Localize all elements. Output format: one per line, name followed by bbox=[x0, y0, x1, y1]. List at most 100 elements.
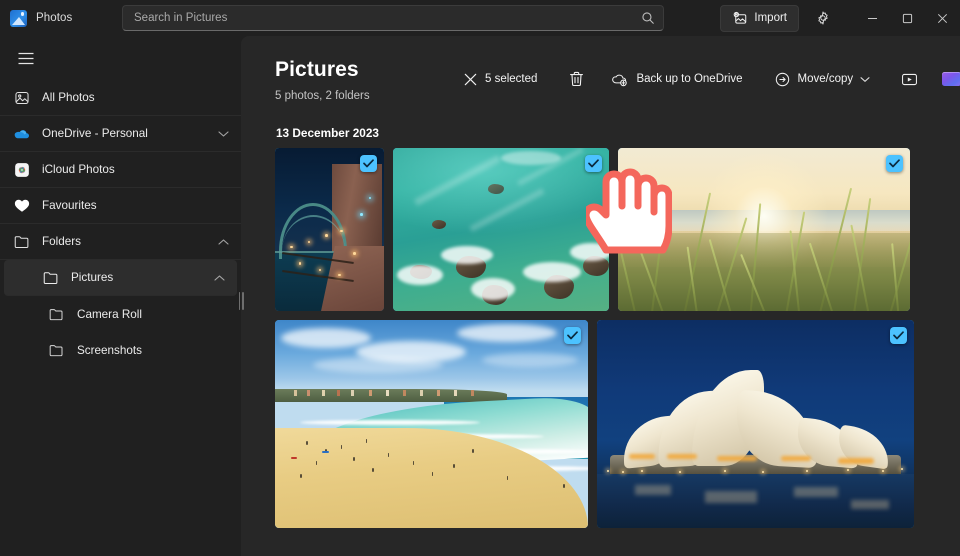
title-bar: Photos Import bbox=[0, 0, 960, 36]
icloud-photos-icon bbox=[13, 161, 30, 178]
photo-checkbox[interactable] bbox=[360, 155, 377, 172]
chevron-down-icon[interactable] bbox=[218, 130, 229, 138]
photo-checkbox[interactable] bbox=[890, 327, 907, 344]
photo-artwork bbox=[618, 148, 910, 311]
title-block: Pictures 5 photos, 2 folders bbox=[275, 58, 455, 102]
houses-strip bbox=[281, 389, 494, 397]
photo-checkbox[interactable] bbox=[585, 155, 602, 172]
command-bar: 5 selected Back up to OneDrive Move/copy bbox=[455, 64, 960, 94]
delete-button[interactable] bbox=[560, 64, 592, 94]
photo-grid-row bbox=[275, 148, 926, 311]
close-icon bbox=[937, 13, 948, 23]
checkmark-icon bbox=[567, 331, 578, 340]
sidebar-item-all-photos[interactable]: All Photos bbox=[0, 80, 241, 116]
photo-thumbnail bbox=[393, 148, 609, 311]
folder-icon bbox=[42, 269, 59, 286]
app-body: All Photos OneDrive - Personal iCloud Ph… bbox=[0, 36, 960, 556]
chevron-down-icon[interactable] bbox=[860, 76, 870, 83]
chevron-up-icon[interactable] bbox=[218, 238, 229, 246]
designer-button[interactable] bbox=[935, 64, 960, 94]
sidebar-item-folders[interactable]: Folders bbox=[0, 224, 241, 260]
page-subtitle: 5 photos, 2 folders bbox=[275, 90, 370, 102]
sidebar-resize-handle[interactable] bbox=[236, 288, 246, 314]
onedrive-backup-icon bbox=[612, 74, 628, 86]
checkmark-icon bbox=[889, 159, 900, 168]
photo-artwork bbox=[275, 320, 588, 528]
photo-thumbnail bbox=[275, 320, 588, 528]
folder-icon bbox=[48, 342, 65, 359]
sidebar-item-label: iCloud Photos bbox=[42, 163, 115, 176]
import-button-label: Import bbox=[754, 12, 787, 24]
sidebar-item-label: Favourites bbox=[42, 199, 97, 212]
sidebar-item-label: Folders bbox=[42, 235, 81, 248]
photo-thumbnail bbox=[618, 148, 910, 311]
import-button[interactable]: Import bbox=[720, 4, 799, 32]
designer-gradient-icon bbox=[941, 72, 960, 86]
photo-grid-row bbox=[275, 320, 926, 528]
minimize-icon bbox=[868, 17, 877, 19]
navigation-sidebar: All Photos OneDrive - Personal iCloud Ph… bbox=[0, 36, 244, 556]
photo-checkbox[interactable] bbox=[886, 155, 903, 172]
photo-artwork bbox=[597, 320, 914, 528]
search-input[interactable] bbox=[134, 12, 641, 24]
sidebar-item-label: Pictures bbox=[71, 271, 114, 284]
move-copy-button[interactable]: Move/copy bbox=[766, 64, 880, 94]
content-inner: Pictures 5 photos, 2 folders 5 selected bbox=[241, 36, 960, 528]
checkmark-icon bbox=[363, 159, 374, 168]
gear-icon bbox=[818, 11, 828, 25]
photo-thumbnail bbox=[275, 148, 384, 311]
sidebar-item-label: Camera Roll bbox=[77, 307, 142, 321]
photo-sydney-opera-house[interactable] bbox=[597, 320, 914, 528]
close-button[interactable] bbox=[925, 0, 960, 36]
backup-onedrive-label: Back up to OneDrive bbox=[636, 73, 743, 85]
search-container bbox=[122, 5, 664, 31]
sidebar-item-pictures[interactable]: Pictures bbox=[4, 260, 237, 296]
close-x-icon bbox=[464, 73, 477, 85]
create-video-button[interactable] bbox=[893, 64, 925, 94]
move-copy-label: Move/copy bbox=[797, 73, 854, 85]
hamburger-glyph bbox=[18, 52, 34, 64]
sidebar-item-label: OneDrive - Personal bbox=[42, 127, 148, 140]
minimize-button[interactable] bbox=[855, 0, 890, 36]
settings-button[interactable] bbox=[808, 4, 838, 32]
chevron-up-icon[interactable] bbox=[214, 274, 225, 282]
checkmark-icon bbox=[893, 331, 904, 340]
folder-icon bbox=[13, 233, 30, 250]
maximize-icon bbox=[902, 13, 913, 23]
selected-count-label: 5 selected bbox=[485, 73, 538, 85]
backup-onedrive-button[interactable]: Back up to OneDrive bbox=[602, 64, 751, 94]
checkmark-icon bbox=[588, 159, 599, 168]
page-title: Pictures bbox=[275, 58, 359, 81]
date-group-header: 13 December 2023 bbox=[276, 126, 379, 140]
sidebar-item-label: All Photos bbox=[42, 91, 95, 104]
titlebar-actions: Import bbox=[720, 0, 960, 36]
trash-icon bbox=[569, 71, 583, 87]
sidebar-item-onedrive-personal[interactable]: OneDrive - Personal bbox=[0, 116, 241, 152]
hamburger-menu-icon[interactable] bbox=[6, 40, 46, 76]
search-box[interactable] bbox=[122, 5, 664, 31]
photo-harbour-bridge-night[interactable] bbox=[275, 148, 384, 311]
photo-artwork bbox=[275, 148, 384, 311]
app-identity: Photos bbox=[0, 9, 112, 27]
sidebar-selected-wrapper: Pictures bbox=[0, 260, 241, 296]
photo-checkbox[interactable] bbox=[564, 327, 581, 344]
photo-thumbnail bbox=[597, 320, 914, 528]
video-editor-icon bbox=[901, 73, 917, 85]
arrow-right-circle-icon bbox=[775, 72, 789, 86]
sidebar-item-screenshots[interactable]: Screenshots bbox=[0, 332, 241, 368]
clear-selection-button[interactable]: 5 selected bbox=[455, 64, 546, 94]
sidebar-item-icloud-photos[interactable]: iCloud Photos bbox=[0, 152, 241, 188]
content-pane: Pictures 5 photos, 2 folders 5 selected bbox=[241, 36, 960, 556]
photo-bondi-beach[interactable] bbox=[275, 320, 588, 528]
search-icon[interactable] bbox=[641, 11, 655, 25]
photo-aerial-ocean-rocks[interactable] bbox=[393, 148, 609, 311]
window-controls bbox=[855, 0, 960, 36]
all-photos-icon bbox=[13, 89, 30, 106]
import-photos-icon bbox=[734, 11, 747, 24]
photos-app-window: Photos Import bbox=[0, 0, 960, 556]
sidebar-item-camera-roll[interactable]: Camera Roll bbox=[0, 296, 241, 332]
maximize-button[interactable] bbox=[890, 0, 925, 36]
photo-beach-grass-sunset[interactable] bbox=[618, 148, 910, 311]
sidebar-item-favourites[interactable]: Favourites bbox=[0, 188, 241, 224]
content-header: Pictures 5 photos, 2 folders 5 selected bbox=[275, 58, 960, 102]
